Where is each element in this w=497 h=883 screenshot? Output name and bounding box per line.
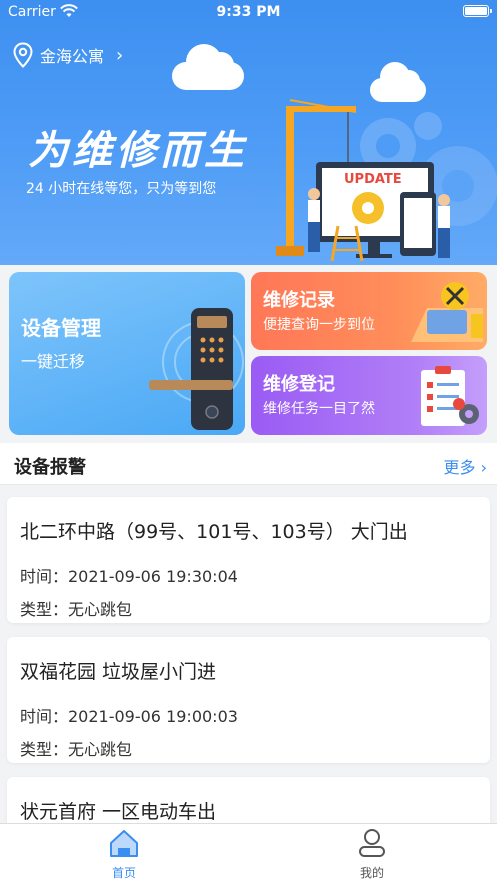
tab-bar: 首页 我的 bbox=[0, 823, 497, 883]
tab-mine-label: 我的 bbox=[359, 866, 384, 880]
alarm-card[interactable]: 双福花园 垃圾屋小门进 时间：2021-09-06 19:00:03 类型：无心… bbox=[7, 637, 490, 763]
device-management-card[interactable]: 设备管理 一键迁移 bbox=[9, 272, 245, 435]
battery-icon bbox=[463, 5, 492, 17]
banner-subtitle: 24 小时在线等您，只为等到您 bbox=[26, 181, 217, 197]
alarm-time: 时间：2021-09-06 19:00:03 bbox=[20, 707, 238, 726]
chevron-right-icon: › bbox=[480, 458, 487, 477]
alarm-card[interactable]: 状元首府 一区电动车出 bbox=[7, 777, 490, 823]
status-bar: Carrier 9:33 PM bbox=[0, 0, 497, 24]
section-title: 设备报警 bbox=[14, 457, 86, 478]
repair-register-title: 维修登记 bbox=[263, 374, 335, 395]
device-management-title: 设备管理 bbox=[21, 316, 101, 340]
alarm-title: 状元首府 一区电动车出 bbox=[20, 801, 217, 823]
tab-home[interactable]: 首页 bbox=[64, 828, 184, 881]
banner-slogan: 为维修而生 bbox=[28, 127, 248, 174]
repair-register-subtitle: 维修任务一目了然 bbox=[263, 401, 375, 417]
repair-illustration: UPDATE bbox=[276, 99, 497, 262]
alarm-list: 北二环中路（99号、101号、103号） 大门出 时间：2021-09-06 1… bbox=[0, 485, 497, 823]
alarm-type: 类型：无心跳包 bbox=[20, 740, 133, 759]
clipboard-icon bbox=[421, 366, 479, 426]
alarm-time: 时间：2021-09-06 19:30:04 bbox=[20, 567, 238, 586]
repair-record-title: 维修记录 bbox=[263, 290, 335, 311]
feature-cards: 设备管理 一键迁移 维修记录 便捷查询一步到位 维修登记 维修任务一目了然 bbox=[0, 265, 497, 443]
update-text: UPDATE bbox=[344, 172, 402, 187]
chevron-right-icon: › bbox=[116, 44, 124, 66]
alarm-type: 类型：无心跳包 bbox=[20, 600, 133, 619]
alarm-title: 北二环中路（99号、101号、103号） 大门出 bbox=[20, 521, 408, 543]
home-icon bbox=[110, 830, 138, 857]
alarm-card[interactable]: 北二环中路（99号、101号、103号） 大门出 时间：2021-09-06 1… bbox=[7, 497, 490, 623]
alarm-section-header: 设备报警 更多 › bbox=[0, 443, 497, 485]
repair-register-card[interactable]: 维修登记 维修任务一目了然 bbox=[251, 356, 487, 435]
status-time: 9:33 PM bbox=[216, 4, 281, 20]
location-selector[interactable]: 金海公寓 › bbox=[12, 42, 123, 68]
tab-mine[interactable]: 我的 bbox=[312, 828, 432, 881]
location-pin-icon bbox=[13, 42, 33, 68]
hero-banner: Carrier 9:33 PM 金海公寓 › 为维修而生 24 小时在线等您，只… bbox=[0, 0, 497, 265]
more-link[interactable]: 更多 › bbox=[443, 454, 487, 478]
alarm-title: 双福花园 垃圾屋小门进 bbox=[20, 661, 217, 683]
repair-record-card[interactable]: 维修记录 便捷查询一步到位 bbox=[251, 272, 487, 350]
repair-record-subtitle: 便捷查询一步到位 bbox=[263, 317, 375, 333]
user-icon bbox=[359, 829, 385, 857]
cloud-decoration bbox=[172, 44, 244, 90]
door-lock-icon bbox=[149, 308, 244, 430]
location-name: 金海公寓 bbox=[40, 47, 105, 66]
repair-tools-icon bbox=[411, 282, 483, 342]
tab-home-label: 首页 bbox=[111, 866, 136, 880]
device-management-subtitle: 一键迁移 bbox=[21, 352, 86, 371]
